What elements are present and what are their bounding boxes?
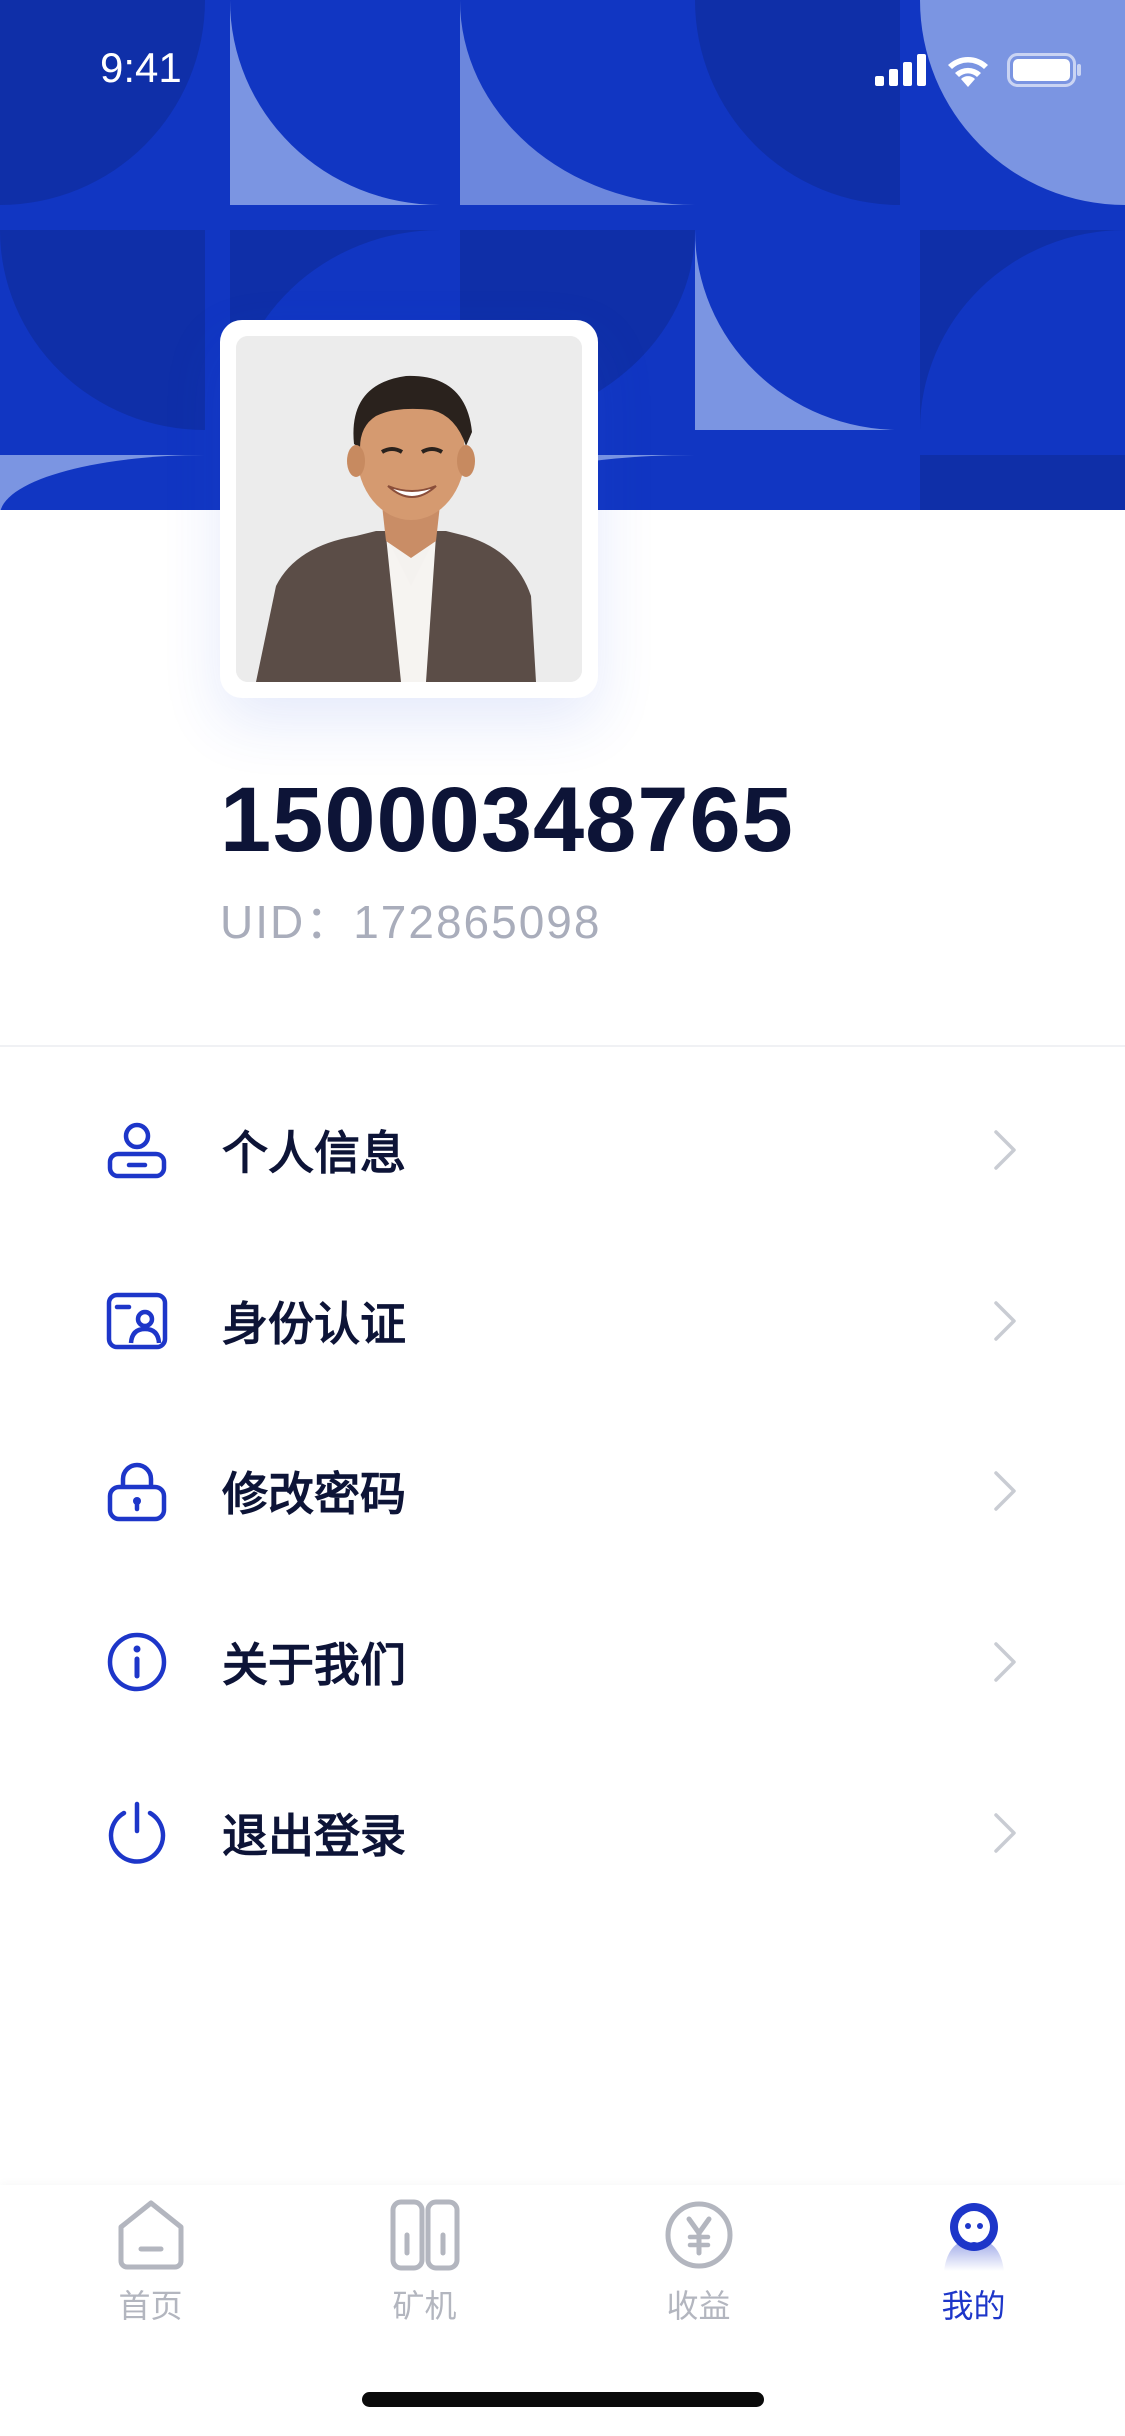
section-divider (0, 1045, 1125, 1047)
menu-item-label: 身份认证 (222, 1297, 406, 1351)
tab-home[interactable]: 首页 (10, 2185, 291, 2345)
user-icon (107, 1122, 167, 1179)
menu-item-change-password[interactable]: 修改密码 (0, 1406, 1125, 1576)
tab-label: 我的 (941, 2287, 1006, 2325)
tab-mine[interactable]: 我的 (833, 2185, 1114, 2345)
tab-earnings[interactable]: 收益 (558, 2185, 839, 2345)
info-icon (107, 1632, 167, 1692)
lock-icon (107, 1462, 167, 1522)
chevron-right-icon (994, 1130, 1016, 1170)
chevron-right-icon (994, 1471, 1016, 1511)
user-photo-illustration (236, 336, 582, 682)
menu-item-label: 个人信息 (222, 1126, 406, 1180)
menu-item-about-us[interactable]: 关于我们 (0, 1577, 1125, 1747)
tab-label: 矿机 (392, 2287, 457, 2325)
user-phone-number: 15000348765 (220, 769, 794, 871)
miner-icon (390, 2199, 459, 2271)
id-card-icon (106, 1292, 168, 1350)
menu-item-identity-verification[interactable]: 身份认证 (0, 1236, 1125, 1406)
chevron-right-icon (994, 1301, 1016, 1341)
power-icon (108, 1801, 166, 1864)
status-bar: 9:41 (0, 0, 1125, 140)
profile-screen: 9:41 15000348765 UID：172865098 个人信息 身份认证… (0, 0, 1125, 2436)
chevron-right-icon (994, 1642, 1016, 1682)
tab-label: 收益 (666, 2287, 731, 2325)
user-uid: UID：172865098 (220, 896, 602, 948)
home-icon (118, 2200, 183, 2270)
menu-item-logout[interactable]: 退出登录 (0, 1748, 1125, 1918)
home-indicator[interactable] (362, 2392, 764, 2407)
menu-item-label: 修改密码 (222, 1467, 406, 1521)
status-time: 9:41 (100, 44, 182, 91)
tab-label: 首页 (118, 2287, 183, 2325)
profile-icon (943, 2203, 1004, 2271)
menu-item-personal-info[interactable]: 个人信息 (0, 1065, 1125, 1235)
signal-icon (875, 54, 926, 86)
yen-coin-icon (665, 2201, 732, 2269)
battery-icon (1007, 53, 1081, 87)
status-icons (875, 50, 1083, 90)
avatar-photo (236, 336, 582, 682)
wifi-icon (948, 57, 988, 87)
avatar[interactable] (220, 320, 598, 698)
tab-miners[interactable]: 矿机 (284, 2185, 565, 2345)
menu-item-label: 关于我们 (222, 1638, 406, 1692)
chevron-right-icon (994, 1813, 1016, 1853)
menu-item-label: 退出登录 (222, 1809, 406, 1863)
